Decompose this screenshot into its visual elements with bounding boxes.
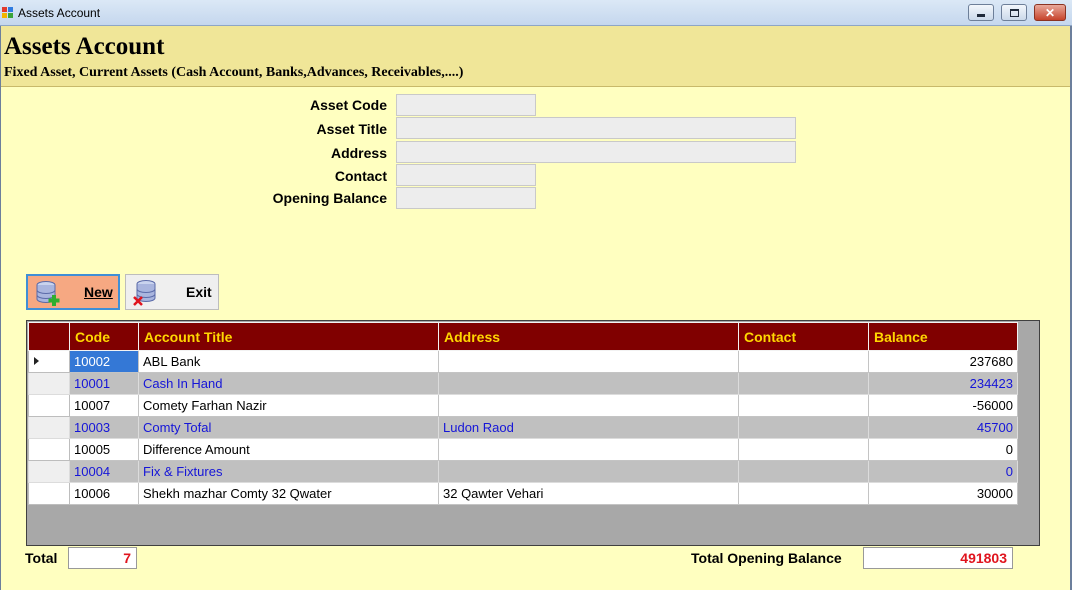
asset-code-input[interactable] xyxy=(396,94,536,116)
app-icon xyxy=(2,7,14,18)
cell-account-title[interactable]: Fix & Fixtures xyxy=(138,460,439,483)
cell-code[interactable]: 10001 xyxy=(69,372,139,395)
column-header-address[interactable]: Address xyxy=(438,322,739,351)
minimize-icon xyxy=(977,14,985,17)
cell-account-title[interactable]: Cash In Hand xyxy=(138,372,439,395)
row-header[interactable] xyxy=(28,460,70,483)
asset-title-input[interactable] xyxy=(396,117,796,139)
page-subtitle: Fixed Asset, Current Assets (Cash Accoun… xyxy=(4,65,464,80)
total-count-value: 7 xyxy=(68,547,137,569)
table-row[interactable]: 10001 Cash In Hand 234423 xyxy=(28,372,1018,395)
row-header[interactable] xyxy=(28,482,70,505)
cell-code[interactable]: 10007 xyxy=(69,394,139,417)
cell-account-title[interactable]: Comety Farhan Nazir xyxy=(138,394,439,417)
asset-code-label: Asset Code xyxy=(309,97,387,113)
table-row[interactable]: 10006 Shekh mazhar Comty 32 Qwater 32 Qa… xyxy=(28,482,1018,505)
title-bar: Assets Account ✕ xyxy=(0,0,1072,26)
exit-button[interactable]: Exit xyxy=(125,274,219,310)
cell-code[interactable]: 10004 xyxy=(69,460,139,483)
current-row-arrow-icon xyxy=(34,357,39,365)
column-header-account-title[interactable]: Account Title xyxy=(138,322,439,351)
opening-balance-input[interactable] xyxy=(396,187,536,209)
row-header[interactable] xyxy=(28,394,70,417)
table-row[interactable]: 10002 ABL Bank 237680 xyxy=(28,350,1018,373)
accounts-grid[interactable]: Code Account Title Address Contact Balan… xyxy=(26,320,1040,546)
cell-balance[interactable]: 0 xyxy=(868,438,1018,461)
cell-address[interactable] xyxy=(438,350,739,373)
page-title: Assets Account xyxy=(4,33,165,60)
form-client-area: Assets Account Fixed Asset, Current Asse… xyxy=(0,26,1072,590)
row-header[interactable] xyxy=(28,350,70,373)
row-header[interactable] xyxy=(28,372,70,395)
cell-code[interactable]: 10005 xyxy=(69,438,139,461)
window-title: Assets Account xyxy=(18,6,101,20)
column-header-balance[interactable]: Balance xyxy=(868,322,1018,351)
close-button[interactable]: ✕ xyxy=(1034,4,1066,21)
cell-balance[interactable]: 45700 xyxy=(868,416,1018,439)
cell-balance[interactable]: 30000 xyxy=(868,482,1018,505)
cell-account-title[interactable]: Difference Amount xyxy=(138,438,439,461)
cell-balance[interactable]: 234423 xyxy=(868,372,1018,395)
cell-balance[interactable]: 237680 xyxy=(868,350,1018,373)
cell-contact[interactable] xyxy=(738,416,869,439)
grid-header-row: Code Account Title Address Contact Balan… xyxy=(28,322,1018,351)
table-row[interactable]: 10007 Comety Farhan Nazir -56000 xyxy=(28,394,1018,417)
total-opening-balance-label: Total Opening Balance xyxy=(691,550,842,566)
contact-input[interactable] xyxy=(396,164,536,186)
column-header-contact[interactable]: Contact xyxy=(738,322,869,351)
column-header-code[interactable]: Code xyxy=(69,322,139,351)
cell-address[interactable] xyxy=(438,372,739,395)
total-opening-balance-value: 491803 xyxy=(863,547,1013,569)
cell-code[interactable]: 10006 xyxy=(69,482,139,505)
database-add-icon xyxy=(36,281,60,306)
header-band: Assets Account Fixed Asset, Current Asse… xyxy=(1,26,1070,87)
cell-contact[interactable] xyxy=(738,460,869,483)
cell-contact[interactable] xyxy=(738,394,869,417)
row-header-corner xyxy=(28,322,70,351)
cell-account-title[interactable]: ABL Bank xyxy=(138,350,439,373)
maximize-icon xyxy=(1009,8,1019,17)
exit-button-label: Exit xyxy=(186,284,212,300)
maximize-button[interactable] xyxy=(1001,4,1027,21)
table-row[interactable]: 10004 Fix & Fixtures 0 xyxy=(28,460,1018,483)
contact-label: Contact xyxy=(334,168,387,184)
row-header[interactable] xyxy=(28,416,70,439)
cell-address[interactable]: Ludon Raod xyxy=(438,416,739,439)
cell-contact[interactable] xyxy=(738,438,869,461)
cell-contact[interactable] xyxy=(738,350,869,373)
cell-balance[interactable]: -56000 xyxy=(868,394,1018,417)
asset-title-label: Asset Title xyxy=(316,121,387,137)
cell-balance[interactable]: 0 xyxy=(868,460,1018,483)
cell-code[interactable]: 10002 xyxy=(69,350,139,373)
address-label: Address xyxy=(330,145,387,161)
opening-balance-label: Opening Balance xyxy=(272,190,387,206)
cell-address[interactable] xyxy=(438,460,739,483)
table-row[interactable]: 10003 Comty Tofal Ludon Raod 45700 xyxy=(28,416,1018,439)
address-input[interactable] xyxy=(396,141,796,163)
cell-contact[interactable] xyxy=(738,482,869,505)
cell-code[interactable]: 10003 xyxy=(69,416,139,439)
cell-address[interactable] xyxy=(438,438,739,461)
cell-address[interactable]: 32 Qawter Vehari xyxy=(438,482,739,505)
new-button-label: New xyxy=(84,284,113,300)
cell-account-title[interactable]: Comty Tofal xyxy=(138,416,439,439)
new-button[interactable]: New xyxy=(26,274,120,310)
row-header[interactable] xyxy=(28,438,70,461)
accounts-table: Code Account Title Address Contact Balan… xyxy=(28,322,1018,505)
cell-address[interactable] xyxy=(438,394,739,417)
close-icon: ✕ xyxy=(1044,5,1056,20)
cell-account-title[interactable]: Shekh mazhar Comty 32 Qwater xyxy=(138,482,439,505)
table-row[interactable]: 10005 Difference Amount 0 xyxy=(28,438,1018,461)
minimize-button[interactable] xyxy=(968,4,994,21)
cell-contact[interactable] xyxy=(738,372,869,395)
total-label: Total xyxy=(25,550,58,566)
database-delete-icon xyxy=(133,280,156,306)
